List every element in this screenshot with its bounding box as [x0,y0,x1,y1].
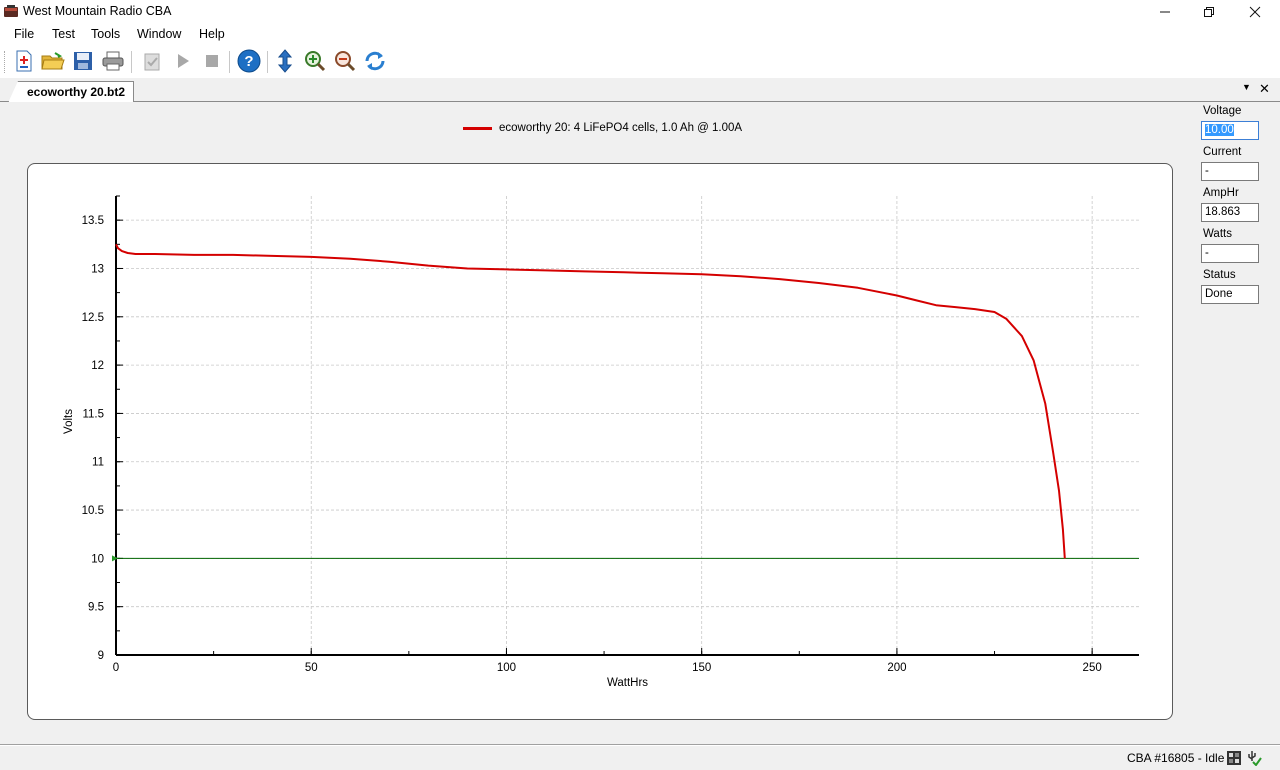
title-bar: West Mountain Radio CBA [0,0,1280,23]
tab-close-icon[interactable]: ✕ [1259,81,1270,97]
device-status-text: CBA #16805 - Idle [1127,751,1225,765]
menu-help[interactable]: Help [199,27,225,41]
voltage-field[interactable]: 10.00 [1201,121,1259,140]
vertical-scale-icon[interactable] [273,49,297,73]
toolbar-separator [131,51,132,73]
menu-tools[interactable]: Tools [91,27,120,41]
help-icon[interactable]: ? [237,49,261,73]
watts-label: Watts [1203,228,1232,240]
print-icon[interactable] [101,49,125,73]
window-title: West Mountain Radio CBA [23,4,172,18]
menu-bar: File Test Tools Window Help [0,23,1280,45]
y-tick-label: 12 [91,360,104,372]
y-tick-label: 9.5 [88,602,104,614]
device-chip-icon [1227,751,1241,765]
svg-text:?: ? [244,53,253,70]
open-folder-icon[interactable] [41,49,65,73]
toolbar-separator [229,51,230,73]
document-tab-strip: ecoworthy 20.bt2 ▼ ✕ [0,78,1280,103]
y-tick-label: 10.5 [82,505,104,517]
checklist-icon[interactable] [140,49,164,73]
chart-frame[interactable]: 0 50 100 150 200 250 9 9.5 10 10.5 11 11.5 12 12.5 13 1… [27,163,1173,720]
toolbar-separator [267,51,268,73]
status-bar: CBA #16805 - Idle [0,746,1280,770]
menu-window[interactable]: Window [137,27,181,41]
y-axis-title: Volts [63,409,75,434]
voltage-label: Voltage [1203,105,1242,117]
amphr-label: AmpHr [1203,187,1239,199]
x-tick-label: 100 [497,662,516,674]
toolbar-grip[interactable] [4,51,7,73]
legend-swatch [463,126,492,130]
x-axis-title: WattHrs [607,677,648,689]
menu-file[interactable]: File [14,27,34,41]
restore-icon[interactable] [1186,0,1232,23]
close-icon[interactable] [1232,0,1278,23]
x-tick-label: 150 [692,662,711,674]
status-label: Status [1203,269,1236,281]
minimize-icon[interactable] [1142,0,1188,23]
voltage-value: 10.00 [1205,124,1234,136]
zoom-out-icon[interactable] [333,49,357,73]
current-field[interactable]: - [1201,162,1259,181]
y-tick-label: 10 [91,553,104,565]
chart-plot[interactable]: 0 50 100 150 200 250 9 9.5 10 10.5 11 11.5 12 12.5 13 1… [28,164,1174,721]
refresh-icon[interactable] [363,49,387,73]
legend-label: ecoworthy 20: 4 LiFePO4 cells, 1.0 Ah @ … [499,122,743,134]
series-line [115,243,1066,559]
x-tick-label: 200 [887,662,906,674]
document-tab[interactable]: ecoworthy 20.bt2 [8,81,135,103]
stop-icon[interactable] [200,49,224,73]
y-tick-label: 9 [98,650,104,662]
chart-legend: ecoworthy 20: 4 LiFePO4 cells, 1.0 Ah @ … [463,122,742,134]
usb-connected-icon [1248,751,1262,766]
tab-list-dropdown-icon[interactable]: ▼ [1242,82,1251,92]
status-field[interactable]: Done [1201,285,1259,304]
toolbar: ? [0,45,1280,78]
zoom-in-icon[interactable] [303,49,327,73]
y-tick-label: 13 [91,263,104,275]
main-area: ecoworthy 20: 4 LiFePO4 cells, 1.0 Ah @ … [0,102,1280,745]
y-tick-label: 11.5 [82,408,104,420]
y-tick-label: 13.5 [82,215,104,227]
y-tick-label: 12.5 [82,312,104,324]
y-tick-label: 11 [92,457,104,469]
play-icon[interactable] [171,49,195,73]
x-tick-label: 250 [1083,662,1102,674]
menu-test[interactable]: Test [52,27,75,41]
watts-field[interactable]: - [1201,244,1259,263]
battery-analyzer-icon [4,5,18,17]
save-icon[interactable] [71,49,95,73]
new-test-icon[interactable] [12,49,36,73]
amphr-field[interactable]: 18.863 [1201,203,1259,222]
x-tick-label: 50 [305,662,318,674]
x-tick-label: 0 [113,662,119,674]
current-label: Current [1203,146,1242,158]
